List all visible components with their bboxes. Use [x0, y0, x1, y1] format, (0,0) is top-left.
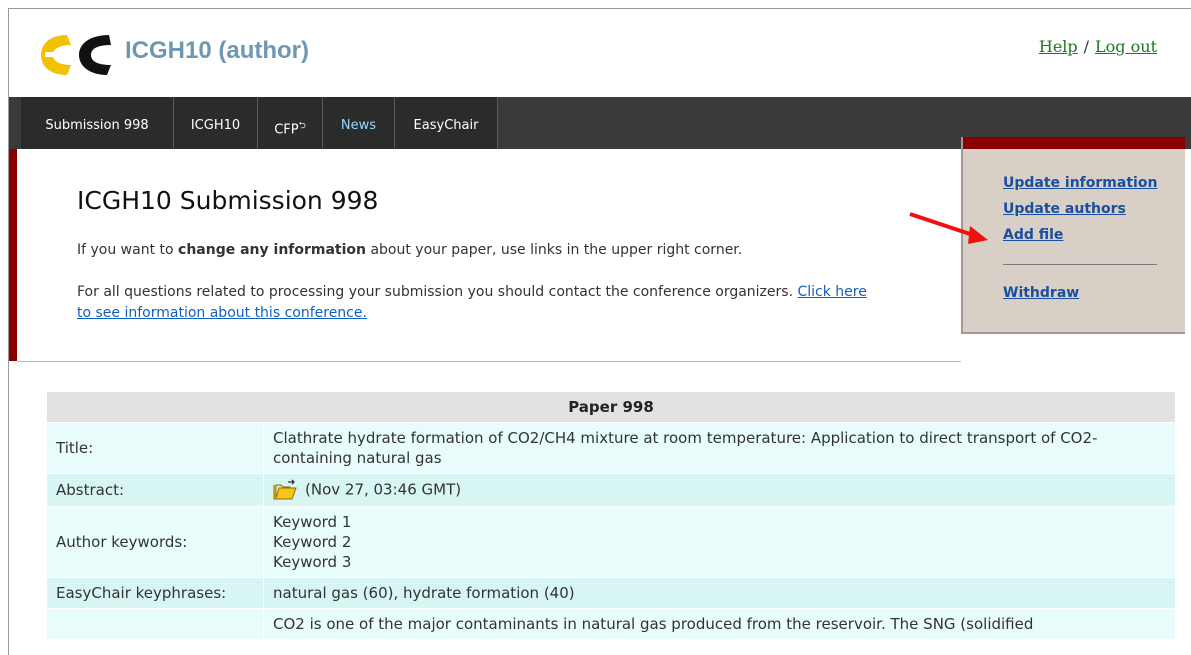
table-row: Abstract: (Nov 27, 03:46 GMT) [46, 473, 1176, 507]
cfp-label: CFP [274, 122, 299, 138]
update-authors-link[interactable]: Update authors [1003, 201, 1126, 217]
info-text-bold: change any information [178, 242, 367, 258]
menu-item-submission[interactable]: Submission 998 [21, 97, 174, 149]
contact-text: For all questions related to processing … [77, 284, 798, 300]
title-label: Title: [46, 422, 264, 474]
contact-paragraph: For all questions related to processing … [77, 282, 877, 324]
abstract-value: (Nov 27, 03:46 GMT) [263, 473, 1176, 507]
help-link[interactable]: Help [1039, 37, 1078, 56]
table-row: CO2 is one of the major contaminants in … [46, 608, 1176, 640]
info-paragraph: If you want to change any information ab… [77, 240, 742, 261]
keyphrases-label: EasyChair keyphrases: [46, 577, 264, 609]
keyword-item: Keyword 1 [273, 513, 352, 531]
add-file-link[interactable]: Add file [1003, 227, 1063, 243]
title-value: Clathrate hydrate formation of CO2/CH4 m… [263, 422, 1176, 474]
info-text-start: If you want to [77, 242, 179, 258]
keywords-value: Keyword 1 Keyword 2 Keyword 3 [263, 506, 1176, 578]
abstract-label: Abstract: [46, 473, 264, 507]
side-panel: Update information Update authors Add fi… [961, 137, 1185, 334]
table-caption: Paper 998 [46, 391, 1176, 423]
app-title: ICGH10 (author) [125, 37, 310, 64]
page-title: ICGH10 Submission 998 [77, 186, 379, 215]
menu-item-conference[interactable]: ICGH10 [174, 97, 258, 149]
section-divider [17, 361, 961, 362]
keywords-label: Author keywords: [46, 506, 264, 578]
link-separator: / [1083, 37, 1090, 56]
abstract-text-value: CO2 is one of the major contaminants in … [263, 608, 1176, 640]
withdraw-link[interactable]: Withdraw [1003, 285, 1079, 301]
side-panel-divider [1003, 264, 1157, 265]
folder-open-icon[interactable] [273, 479, 297, 501]
red-arrow-icon [909, 212, 988, 244]
keyword-item: Keyword 2 [273, 533, 352, 551]
logout-link[interactable]: Log out [1095, 37, 1157, 56]
keyphrases-value: natural gas (60), hydrate formation (40) [263, 577, 1176, 609]
menu-item-cfp[interactable]: CFP⮌ [258, 97, 323, 149]
external-link-icon: ⮌ [298, 121, 306, 131]
abstract-date: (Nov 27, 03:46 GMT) [305, 480, 462, 499]
easychair-logo-icon [41, 35, 111, 75]
menu-item-news[interactable]: News [323, 97, 395, 149]
top-links: Help / Log out [1039, 37, 1157, 56]
menu-item-easychair[interactable]: EasyChair [395, 97, 498, 149]
paper-table: Paper 998 Title: Clathrate hydrate forma… [46, 391, 1176, 640]
keyword-item: Keyword 3 [273, 553, 352, 571]
update-information-link[interactable]: Update information [1003, 175, 1157, 191]
table-row: Author keywords: Keyword 1 Keyword 2 Key… [46, 506, 1176, 578]
side-panel-top-bar [963, 137, 1185, 149]
table-caption-row: Paper 998 [46, 391, 1176, 423]
left-accent-bar [9, 149, 17, 361]
info-text-end: about your paper, use links in the upper… [366, 242, 743, 258]
abstract-text-label [46, 608, 264, 640]
header: ICGH10 (author) Help / Log out [9, 9, 1191, 97]
table-row: EasyChair keyphrases: natural gas (60), … [46, 577, 1176, 609]
table-row: Title: Clathrate hydrate formation of CO… [46, 422, 1176, 474]
